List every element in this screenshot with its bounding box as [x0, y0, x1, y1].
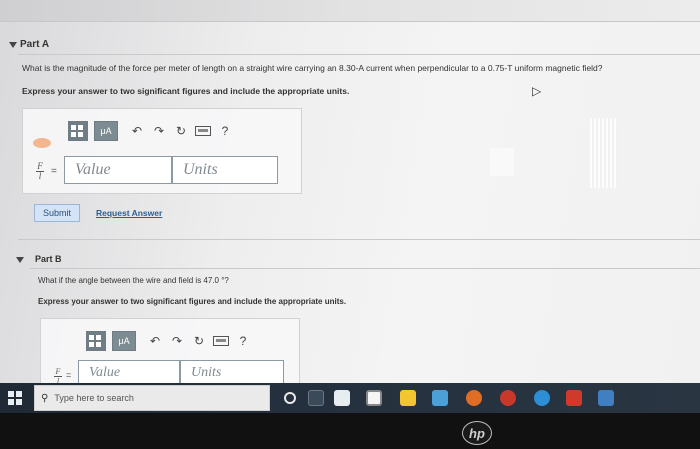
templates-button[interactable]: [86, 331, 106, 351]
file-explorer-icon[interactable]: [334, 390, 350, 406]
grid-icon: [71, 125, 83, 137]
part-a-title: Part A: [20, 39, 50, 50]
help-button[interactable]: ?: [232, 331, 254, 351]
divider: [30, 268, 700, 269]
part-a-fraction: F l: [36, 162, 44, 181]
submit-button[interactable]: Submit: [34, 204, 80, 222]
taskbar-search-input[interactable]: ⚲ Type here to search: [34, 385, 270, 411]
task-view-icon[interactable]: [308, 390, 324, 406]
cortana-icon[interactable]: [284, 392, 296, 404]
part-a-units-input[interactable]: Units: [172, 156, 278, 184]
app-icon[interactable]: [566, 390, 582, 406]
templates-button[interactable]: [68, 121, 88, 141]
windows-taskbar: ⚲ Type here to search: [0, 383, 700, 413]
windows-start-icon[interactable]: [8, 391, 22, 405]
edge-icon[interactable]: [534, 390, 550, 406]
page-top-strip: [0, 0, 700, 22]
mail-icon[interactable]: [432, 390, 448, 406]
sticky-notes-icon[interactable]: [400, 390, 416, 406]
screen-glare: [590, 118, 618, 188]
hp-logo: hp: [462, 421, 492, 445]
part-a-toolbar: μA ↶ ↷ ↻ ?: [68, 121, 236, 141]
redo-icon[interactable]: ↷: [148, 121, 170, 141]
screen-glare: [490, 148, 514, 176]
keyboard-icon[interactable]: [210, 331, 232, 351]
units-button[interactable]: μA: [112, 331, 136, 351]
collapse-part-b-icon[interactable]: [16, 257, 24, 263]
part-b-instruction: Express your answer to two significant f…: [38, 297, 347, 306]
part-b-question: What if the angle between the wire and f…: [38, 276, 229, 285]
app-icon[interactable]: [598, 390, 614, 406]
glare-spot: [33, 138, 51, 148]
grid-icon: [89, 335, 101, 347]
part-b-toolbar: μA ↶ ↷ ↻ ?: [86, 331, 254, 351]
divider: [18, 239, 700, 240]
undo-icon[interactable]: ↶: [144, 331, 166, 351]
units-button[interactable]: μA: [94, 121, 118, 141]
app-icon[interactable]: [466, 390, 482, 406]
fraction-numerator: F: [55, 367, 61, 376]
store-icon[interactable]: [366, 390, 382, 406]
search-icon: ⚲: [41, 392, 49, 404]
reset-icon[interactable]: ↻: [170, 121, 192, 141]
part-a-question: What is the magnitude of the force per m…: [22, 63, 603, 73]
part-a-instruction: Express your answer to two significant f…: [22, 86, 350, 96]
app-icon[interactable]: [500, 390, 516, 406]
help-button[interactable]: ?: [214, 121, 236, 141]
divider: [18, 54, 700, 55]
undo-icon[interactable]: ↶: [126, 121, 148, 141]
fraction-denominator: l: [38, 171, 42, 181]
keyboard-icon[interactable]: [192, 121, 214, 141]
part-b-title: Part B: [35, 254, 62, 264]
mouse-cursor-icon: ▷: [532, 84, 542, 98]
equals-sign: =: [66, 370, 72, 380]
search-placeholder: Type here to search: [54, 393, 134, 403]
laptop-bezel: [0, 413, 700, 449]
request-answer-link[interactable]: Request Answer: [96, 208, 162, 218]
redo-icon[interactable]: ↷: [166, 331, 188, 351]
reset-icon[interactable]: ↻: [188, 331, 210, 351]
equals-sign: =: [51, 166, 57, 177]
collapse-part-a-icon[interactable]: [9, 42, 17, 48]
part-a-value-input[interactable]: Value: [64, 156, 172, 184]
fraction-numerator: F: [37, 161, 43, 171]
